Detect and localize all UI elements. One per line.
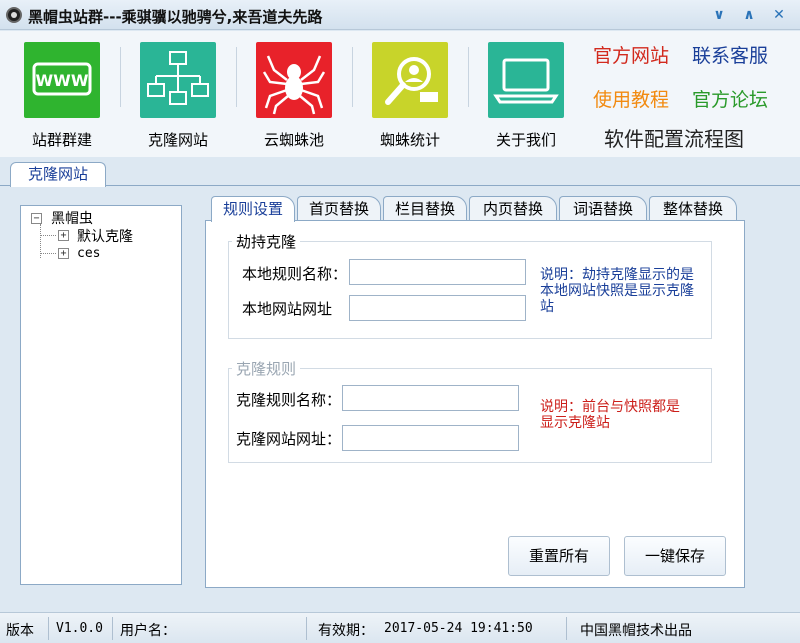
tree-root[interactable]: 黑帽虫	[51, 208, 93, 228]
toolbar: WWW 站群群建 克隆网站 云蜘蛛池 蜘蛛统计 关于我们 官方网站 联系客服 使…	[0, 31, 800, 157]
hijack-note: 说明：劫持克隆显示的是本地网站快照是显示克隆站	[540, 267, 694, 315]
version-value: V1.0.0	[56, 621, 103, 636]
toolbar-divider	[236, 47, 237, 107]
tree-line	[40, 235, 56, 236]
tree-line	[40, 253, 56, 254]
link-contact-support[interactable]: 联系客服	[692, 41, 768, 68]
group-legend: 克隆规则	[232, 358, 301, 379]
publisher-text: 中国黑帽技术出品	[580, 623, 692, 639]
local-site-url-label: 本地网站网址	[242, 300, 333, 318]
link-forum[interactable]: 官方论坛	[692, 85, 768, 112]
clone-rule-name-input[interactable]	[342, 385, 519, 411]
rule-settings-panel: 劫持克隆 本地规则名称： 本地网站网址 说明：劫持克隆显示的是本地网站快照是显示…	[205, 220, 745, 588]
tree-item[interactable]: 默认克隆	[77, 226, 133, 246]
tool-site-group-build[interactable]: WWW 站群群建	[12, 39, 112, 154]
tab-word-replace[interactable]: 词语替换	[559, 196, 647, 222]
clone-note: 说明：前台与快照都是显示克隆站	[540, 399, 680, 431]
save-all-button[interactable]: 一键保存	[624, 536, 726, 576]
tool-label: 关于我们	[495, 131, 556, 149]
tool-label: 云蜘蛛池	[263, 131, 324, 149]
search-user-icon	[372, 42, 448, 118]
clone-rule-name-label: 克隆规则名称：	[236, 391, 342, 409]
status-divider	[48, 617, 49, 640]
tab-column-replace[interactable]: 栏目替换	[383, 196, 467, 222]
tool-spider-stats[interactable]: 蜘蛛统计	[360, 39, 460, 154]
clone-site-url-label: 克隆网站网址：	[236, 430, 342, 448]
tab-inner-replace[interactable]: 内页替换	[469, 196, 557, 222]
expiry-value: 2017-05-24 19:41:50	[384, 621, 533, 636]
tool-about-us[interactable]: 关于我们	[476, 39, 576, 154]
laptop-icon	[488, 42, 564, 118]
expand-node-icon[interactable]: +	[58, 230, 69, 241]
svg-text:WWW: WWW	[36, 71, 89, 90]
site-tree[interactable]: − 黑帽虫 + 默认克隆 + ces	[20, 205, 182, 585]
link-config-flowchart[interactable]: 软件配置流程图	[604, 123, 744, 152]
tool-clone-site[interactable]: 克隆网站	[128, 39, 228, 154]
app-logo-icon	[6, 7, 22, 23]
local-rule-name-input[interactable]	[349, 259, 526, 285]
link-tutorial[interactable]: 使用教程	[593, 85, 669, 112]
username-label: 用户名：	[120, 623, 176, 639]
toolbar-divider	[468, 47, 469, 107]
network-icon	[140, 42, 216, 118]
status-divider	[306, 617, 307, 640]
tool-label: 克隆网站	[147, 131, 208, 149]
tab-clone-site[interactable]: 克隆网站	[10, 162, 106, 187]
version-label: 版本	[6, 623, 34, 639]
reset-all-button[interactable]: 重置所有	[508, 536, 610, 576]
expiry-label: 有效期：	[318, 623, 374, 639]
tab-home-replace[interactable]: 首页替换	[297, 196, 381, 222]
expand-icon[interactable]: ∧	[738, 4, 760, 26]
title-bar: 黑帽虫站群---乘骐骥以驰骋兮,来吾道夫先路 ∨ ∧ ✕	[0, 0, 800, 30]
tab-global-replace[interactable]: 整体替换	[649, 196, 737, 222]
status-bar: 版本 V1.0.0 用户名： 有效期： 2017-05-24 19:41:50 …	[0, 612, 800, 643]
tool-label: 蜘蛛统计	[379, 131, 440, 149]
group-legend: 劫持克隆	[232, 231, 301, 252]
toolbar-divider	[120, 47, 121, 107]
tool-cloud-spider-pool[interactable]: 云蜘蛛池	[244, 39, 344, 154]
tab-rule-settings[interactable]: 规则设置	[211, 196, 295, 222]
link-official-site[interactable]: 官方网站	[593, 41, 669, 68]
tree-item[interactable]: ces	[77, 246, 100, 261]
clone-site-url-input[interactable]	[342, 425, 519, 451]
tool-label: 站群群建	[31, 131, 92, 149]
collapse-icon[interactable]: ∨	[708, 4, 730, 26]
spider-icon	[256, 42, 332, 118]
window-title: 黑帽虫站群---乘骐骥以驰骋兮,来吾道夫先路	[28, 8, 323, 26]
www-icon: WWW	[24, 42, 100, 118]
status-divider	[112, 617, 113, 640]
close-icon[interactable]: ✕	[768, 4, 790, 26]
expand-node-icon[interactable]: +	[58, 248, 69, 259]
main-tab-strip	[0, 160, 800, 186]
local-rule-name-label: 本地规则名称：	[242, 265, 348, 283]
local-site-url-input[interactable]	[349, 295, 526, 321]
collapse-node-icon[interactable]: −	[31, 213, 42, 224]
toolbar-divider	[352, 47, 353, 107]
status-divider	[566, 617, 567, 640]
